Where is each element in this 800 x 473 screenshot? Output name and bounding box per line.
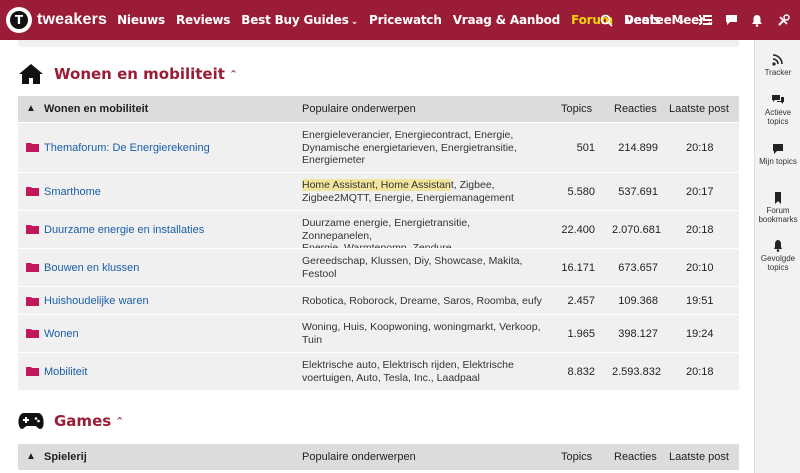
nav-vraag-aanbod[interactable]: Vraag & Aanbod: [453, 13, 561, 27]
folder-icon: [26, 297, 39, 306]
last-post-time[interactable]: 19:51: [686, 295, 726, 307]
topic-count: 2.457: [567, 295, 595, 307]
chevron-up-icon: ⌃: [115, 415, 125, 428]
table-row: Mobiliteit Elektrische auto, Elektrisch …: [18, 352, 739, 390]
last-post-time[interactable]: 20:17: [686, 186, 726, 198]
section-heading-games[interactable]: Games ⌃: [18, 412, 124, 430]
topic-count: 22.400: [561, 224, 595, 236]
chat-single-icon: [773, 144, 783, 154]
table-row: Bouwen en klussen Gereedschap, Klussen, …: [18, 248, 739, 286]
top-navigation-bar: T tweakers Nieuws Reviews Best Buy Guide…: [0, 0, 800, 40]
nav-best-buy-guides[interactable]: Best Buy Guides ⌄: [241, 13, 358, 27]
topic-count: 1.965: [567, 328, 595, 340]
sidebar-item-followed-topics[interactable]: Gevolgde topics: [755, 240, 800, 272]
nav-reviews[interactable]: Reviews: [176, 13, 230, 27]
subforum-link[interactable]: Wonen: [44, 328, 79, 340]
reaction-count: 398.127: [618, 328, 658, 340]
nav-nieuws[interactable]: Nieuws: [117, 13, 165, 27]
search-icon[interactable]: [600, 13, 614, 27]
table-row: Wonen Woning, Huis, Koopwoning, woningma…: [18, 314, 739, 352]
bookmark-icon: [775, 192, 781, 204]
folder-icon: [26, 329, 39, 338]
subforum-link[interactable]: Mobiliteit: [44, 366, 87, 378]
topic-count: 8.832: [567, 366, 595, 378]
forum-table-wonen: ▲ Wonen en mobiliteit Populaire onderwer…: [18, 96, 739, 390]
section-heading-wonen[interactable]: Wonen en mobiliteit ⌃: [18, 63, 238, 85]
collapse-chevron-up-icon[interactable]: ▲: [26, 103, 36, 114]
sidebar-item-my-topics[interactable]: Mijn topics: [755, 143, 800, 166]
folder-icon: [26, 225, 39, 234]
last-post-time[interactable]: 20:18: [686, 366, 726, 378]
sidebar-item-active-topics[interactable]: Actieve topics: [755, 94, 800, 126]
table-row: Smarthome Home Assistant, Home Assistant…: [18, 172, 739, 210]
list-icon[interactable]: [698, 13, 712, 27]
subforum-link[interactable]: Bouwen en klussen: [44, 262, 139, 274]
previous-table-end: [18, 40, 739, 47]
folder-icon: [26, 263, 39, 272]
folder-icon: [26, 143, 39, 152]
settings-tools-icon[interactable]: [776, 13, 790, 27]
tweakers-logo[interactable]: T tweakers: [6, 7, 107, 33]
sidebar-item-tracker[interactable]: Tracker: [755, 54, 800, 77]
logo-text: tweakers: [37, 11, 108, 28]
subforum-link[interactable]: Huishoudelijke waren: [44, 295, 149, 307]
logo-mark-icon: T: [6, 7, 32, 33]
rss-icon: [772, 54, 783, 66]
popular-topics: Home Assistant, Home Assistant, Zigbee, …: [302, 179, 514, 204]
chevron-down-icon: ⌄: [675, 13, 686, 27]
reaction-count: 673.657: [618, 262, 658, 274]
nav-pricewatch[interactable]: Pricewatch: [369, 13, 442, 27]
bell-icon: [774, 240, 782, 252]
forum-sidebar: Tracker Actieve topics Mijn topics Forum…: [754, 40, 800, 473]
table-header: ▲ Spielerij Populaire onderwerpen Topics…: [18, 444, 739, 470]
user-menu[interactable]: veetee ⌄: [626, 13, 686, 27]
popular-topics: Gereedschap, Klussen, Diy, Showcase, Mak…: [302, 255, 523, 280]
table-row: Huishoudelijke waren Robotica, Roborock,…: [18, 286, 739, 314]
messages-icon[interactable]: [724, 13, 738, 27]
popular-topics: Energieleverancier, Energiecontract, Ene…: [302, 129, 517, 166]
chevron-down-icon: ⌄: [350, 17, 359, 27]
reaction-count: 537.691: [618, 186, 658, 198]
forum-table-games: ▲ Spielerij Populaire onderwerpen Topics…: [18, 444, 739, 470]
folder-icon: [26, 367, 39, 376]
sidebar-item-forum-bookmarks[interactable]: Forum bookmarks: [755, 192, 800, 224]
chevron-up-icon: ⌃: [228, 68, 239, 81]
highlighted-topic[interactable]: Home Assistant, Home Assistan: [302, 179, 451, 191]
subforum-link[interactable]: Smarthome: [44, 186, 101, 198]
last-post-time[interactable]: 20:18: [686, 224, 726, 236]
popular-topics: Robotica, Roborock, Dreame, Saros, Roomb…: [302, 295, 542, 307]
reaction-count: 2.070.681: [612, 224, 661, 236]
nav-right-tools: veetee ⌄: [594, 0, 800, 40]
notifications-bell-icon[interactable]: [750, 13, 764, 27]
last-post-time[interactable]: 20:10: [686, 262, 726, 274]
topic-count: 5.580: [567, 186, 595, 198]
reaction-count: 109.368: [618, 295, 658, 307]
chat-icon: [772, 95, 784, 104]
table-row: Themaforum: De Energierekening Energiele…: [18, 122, 739, 172]
last-post-time[interactable]: 20:18: [686, 142, 726, 154]
topic-count: 16.171: [561, 262, 595, 274]
subforum-link[interactable]: Themaforum: De Energierekening: [44, 142, 210, 154]
reaction-count: 214.899: [618, 142, 658, 154]
gamepad-icon: [18, 413, 44, 429]
popular-topics: Elektrische auto, Elektrisch rijden, Ele…: [302, 359, 514, 384]
collapse-chevron-up-icon[interactable]: ▲: [26, 451, 36, 462]
topic-count: 501: [576, 142, 595, 154]
forum-main: Wonen en mobiliteit ⌃ ▲ Wonen en mobilit…: [0, 40, 754, 473]
subforum-link[interactable]: Duurzame energie en installaties: [44, 224, 204, 236]
table-row: Duurzame energie en installaties Duurzam…: [18, 210, 739, 254]
folder-icon: [26, 187, 39, 196]
table-header: ▲ Wonen en mobiliteit Populaire onderwer…: [18, 96, 739, 122]
house-icon: [19, 64, 43, 84]
popular-topics: Woning, Huis, Koopwoning, woningmarkt, V…: [302, 321, 541, 346]
reaction-count: 2.593.832: [612, 366, 661, 378]
last-post-time[interactable]: 19:24: [686, 328, 726, 340]
